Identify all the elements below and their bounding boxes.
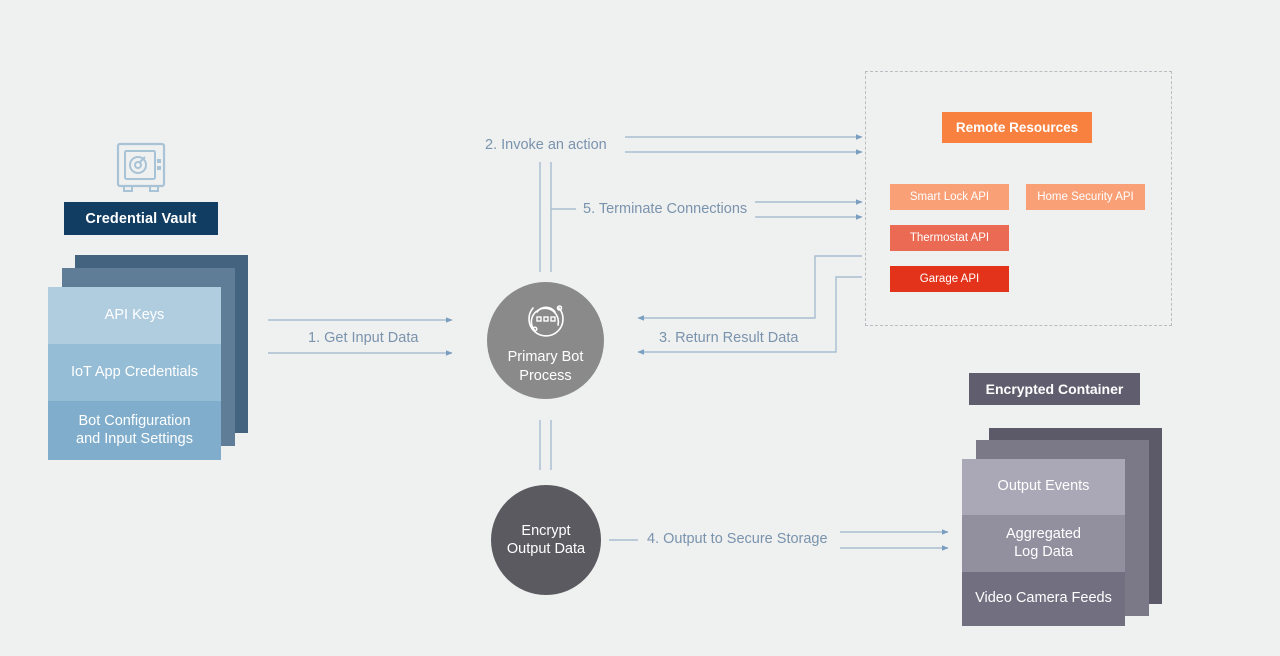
step-label-invoke-an-action: 2. Invoke an action <box>485 137 607 153</box>
output-row-aggregated-log-data: Aggregated Log Data <box>962 515 1125 572</box>
api-chip-smart-lock: Smart Lock API <box>890 184 1009 210</box>
primary-bot-line-2: Process <box>519 367 572 384</box>
stack-row-iot-credentials: IoT App Credentials <box>48 344 221 401</box>
output-row-events: Output Events <box>962 459 1125 515</box>
credential-vault-label: Credential Vault <box>64 202 218 235</box>
remote-resources-header: Remote Resources <box>942 112 1092 143</box>
primary-bot-line-1: Primary Bot <box>507 349 584 366</box>
encrypt-line-1: Encrypt <box>521 522 571 539</box>
bot-config-line-2: and Input Settings <box>76 430 193 447</box>
step-label-get-input-data: 1. Get Input Data <box>308 330 419 346</box>
aggregated-line-1: Aggregated <box>1006 525 1081 542</box>
step-label-output-to-secure-storage: 4. Output to Secure Storage <box>647 531 828 547</box>
diagram-canvas: Credential Vault API Keys IoT App Creden… <box>0 0 1280 656</box>
api-chip-thermostat: Thermostat API <box>890 225 1009 251</box>
stack-front-card: API Keys IoT App Credentials Bot Configu… <box>48 287 221 460</box>
stack-row-bot-configuration: Bot Configuration and Input Settings <box>48 401 221 460</box>
aggregated-line-2: Log Data <box>1014 543 1073 560</box>
encrypt-line-2: Output Data <box>506 541 586 557</box>
output-data-stack: Output Events Aggregated Log Data Video … <box>962 428 1162 626</box>
step-label-return-result-data: 3. Return Result Data <box>659 330 799 346</box>
output-row-video-camera-feeds: Video Camera Feeds <box>962 572 1125 626</box>
bot-config-line-1: Bot Configuration <box>78 412 191 429</box>
stack-row-api-keys: API Keys <box>48 287 221 344</box>
input-data-stack: API Keys IoT App Credentials Bot Configu… <box>48 255 248 460</box>
encrypt-output-data-node: Encrypt Output Data <box>491 485 601 595</box>
safe-vault-icon <box>112 140 172 196</box>
step-label-terminate-connections: 5. Terminate Connections <box>583 201 748 217</box>
api-chip-home-security: Home Security API <box>1026 184 1145 210</box>
api-chip-garage: Garage API <box>890 266 1009 292</box>
output-stack-front-card: Output Events Aggregated Log Data Video … <box>962 459 1125 626</box>
bot-process-icon <box>527 305 564 338</box>
primary-bot-process-node: Primary Bot Process <box>487 282 604 399</box>
encrypted-container-label: Encrypted Container <box>969 373 1140 405</box>
